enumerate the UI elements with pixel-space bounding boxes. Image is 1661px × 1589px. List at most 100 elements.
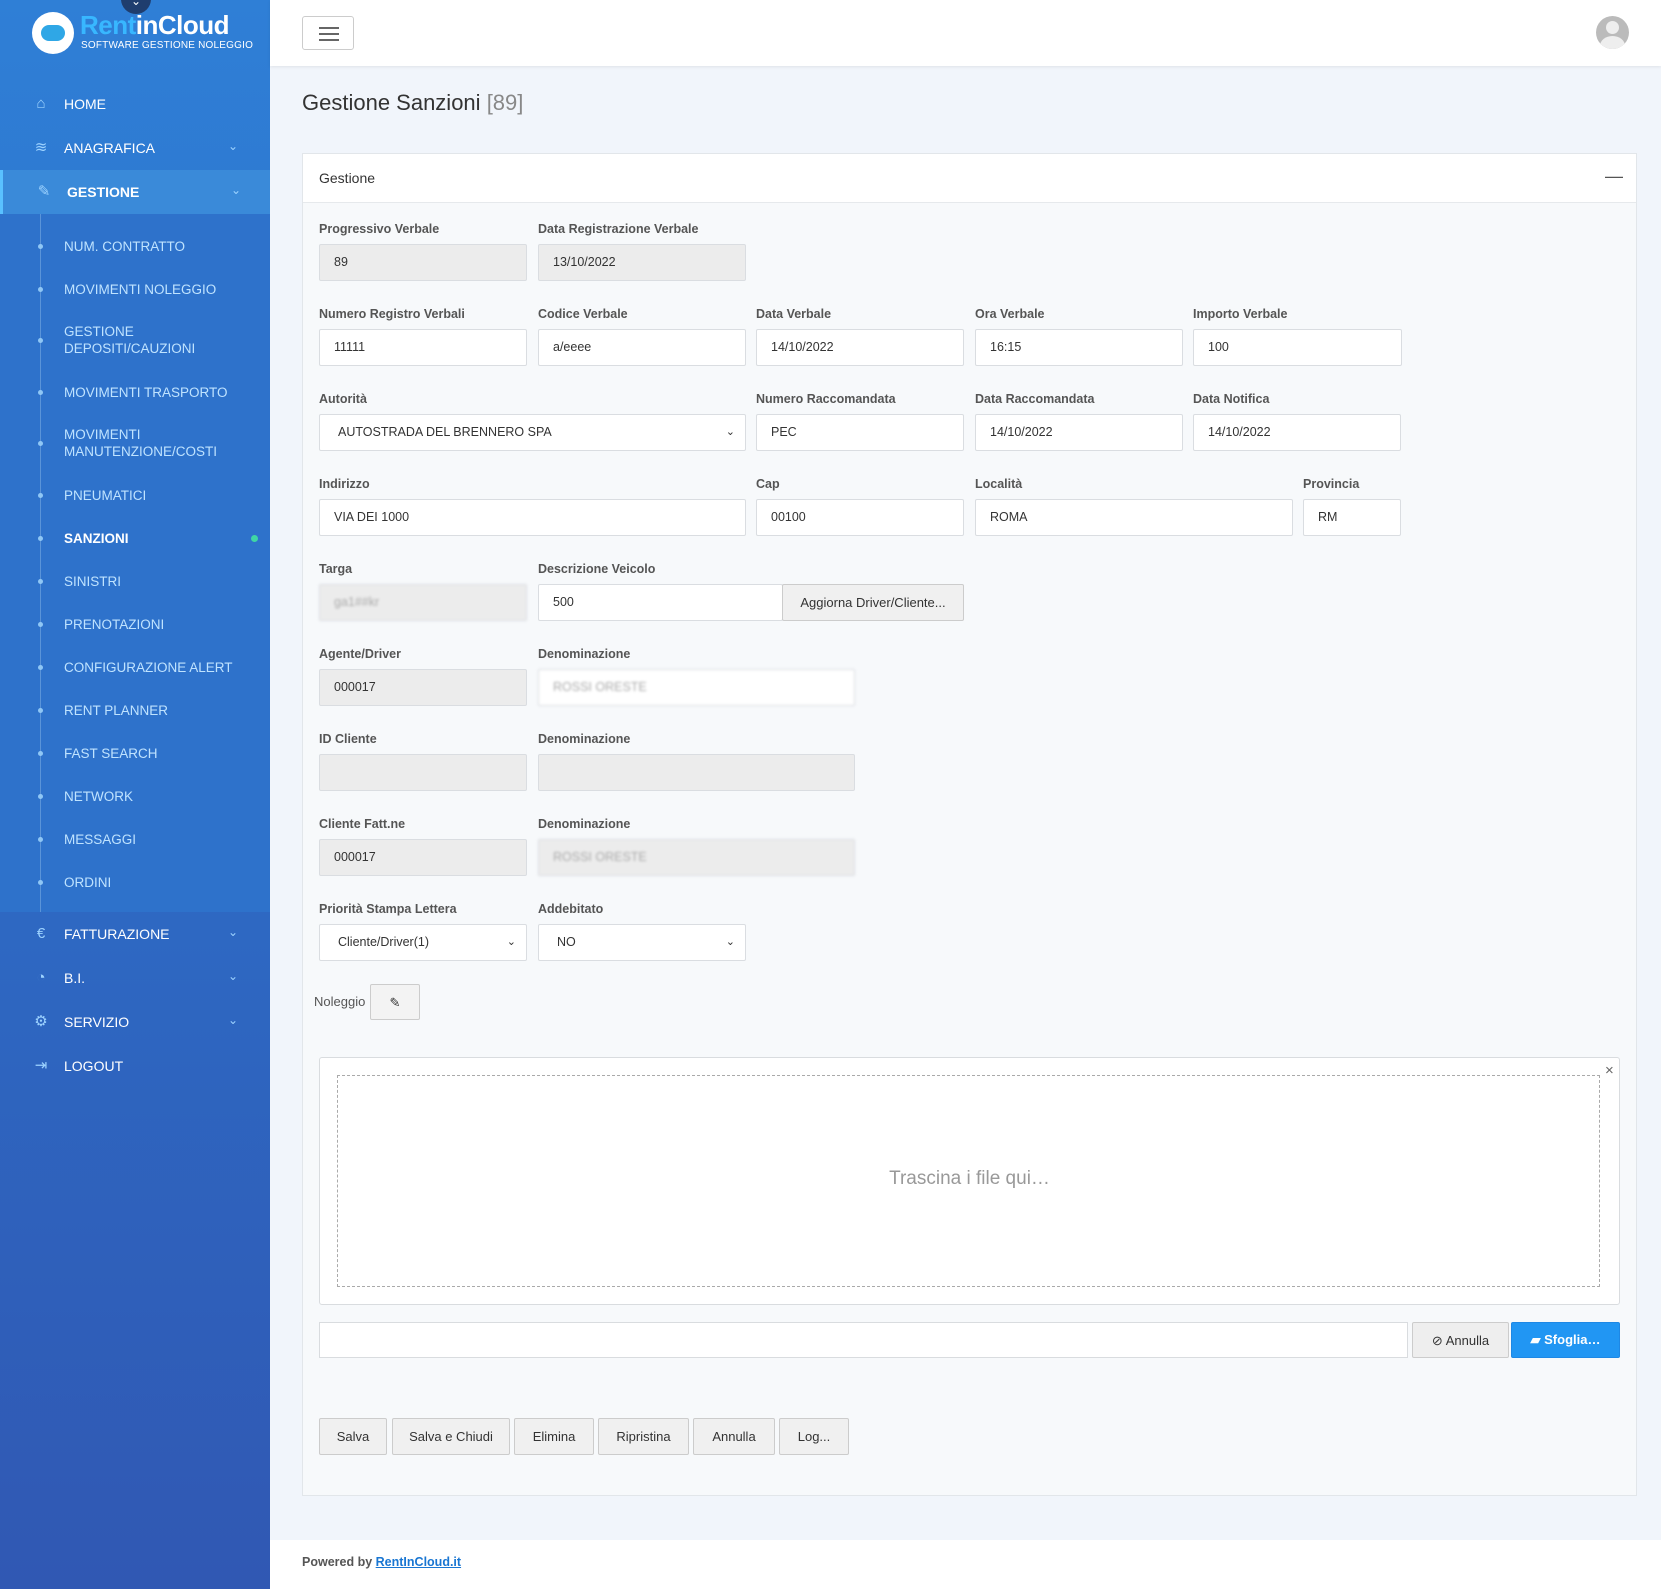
submenu-label: MOVIMENTI TRASPORTO [64,385,228,400]
submenu-label: PRENOTAZIONI [64,617,165,632]
targa-field: ga1##kr [319,584,527,621]
importo-verbale-field[interactable]: 100 [1193,329,1402,366]
hamburger-icon [319,33,339,35]
data-notifica-field[interactable]: 14/10/2022 [1193,414,1401,451]
denominazione-fatt-field: ROSSI ORESTE [538,839,855,876]
nav-bi[interactable]: ◔ B.I. ⌄ [0,956,270,1000]
chevron-down-icon: ⌄ [725,426,735,438]
chevron-down-icon: ⌄ [228,969,239,983]
close-icon[interactable]: × [1605,1062,1614,1079]
bullet-icon [38,751,43,756]
collapse-icon[interactable]: — [1605,166,1623,187]
priorita-stampa-select[interactable]: Cliente/Driver(1) ⌄ [319,924,527,961]
chevron-down-icon: ⌄ [228,139,239,153]
numero-raccomandata-field[interactable]: PEC [756,414,964,451]
bullet-icon [38,579,43,584]
aggiorna-driver-cliente-button[interactable]: Aggiorna Driver/Cliente... [782,584,964,621]
noleggio-label: Noleggio [314,994,366,1009]
nav-anagrafica[interactable]: ≋ ANAGRAFICA ⌄ [0,126,270,170]
annulla-button[interactable]: Annulla [693,1418,775,1455]
hamburger-icon [319,27,339,29]
descrizione-veicolo-field[interactable]: 500 [538,584,783,621]
submenu-label: PNEUMATICI [64,488,147,503]
submenu-label: FAST SEARCH [64,746,158,761]
submenu-label: MOVIMENTI NOLEGGIO [64,282,217,297]
localita-field[interactable]: ROMA [975,499,1293,536]
provincia-field[interactable]: RM [1303,499,1401,536]
upload-cancel-button[interactable]: ⊘ Annulla [1412,1322,1509,1358]
denominazione-cliente-label: Denominazione [538,732,631,746]
codice-verbale-field[interactable]: a/eeee [538,329,746,366]
bullet-icon [38,708,43,713]
data-raccomandata-field[interactable]: 14/10/2022 [975,414,1183,451]
bullet-icon [38,536,43,541]
codice-verbale-label: Codice Verbale [538,307,628,321]
priorita-stampa-value: Cliente/Driver(1) [338,935,429,949]
data-registrazione-label: Data Registrazione Verbale [538,222,699,236]
salva-chiudi-button[interactable]: Salva e Chiudi [392,1418,510,1455]
nav-servizio[interactable]: ⚙ SERVIZIO ⌄ [0,1000,270,1044]
chevron-down-icon: ⌄ [231,183,242,197]
bullet-icon [38,338,43,343]
agente-driver-field: 000017 [319,669,527,706]
submenu-label: MESSAGGI [64,832,137,847]
footer: Powered by RentInCloud.it [270,1540,1661,1589]
brand-tagline: SOFTWARE GESTIONE NOLEGGIO [81,40,254,51]
submenu-line [40,214,41,912]
ripristina-button[interactable]: Ripristina [598,1418,689,1455]
user-avatar[interactable] [1596,16,1629,49]
panel-title: Gestione [319,170,376,186]
targa-label: Targa [319,562,353,576]
salva-button[interactable]: Salva [319,1418,387,1455]
noleggio-edit-button[interactable]: ✎ [370,984,420,1020]
denominazione-driver-label: Denominazione [538,647,631,661]
hamburger-icon [319,39,339,41]
panel-header: Gestione — [303,154,1636,203]
descrizione-veicolo-label: Descrizione Veicolo [538,562,656,576]
indirizzo-field[interactable]: VIA DEI 1000 [319,499,746,536]
data-verbale-label: Data Verbale [756,307,832,321]
autorita-select[interactable]: AUTOSTRADA DEL BRENNERO SPA ⌄ [319,414,746,451]
priorita-stampa-label: Priorità Stampa Lettera [319,902,457,916]
autorita-label: Autorità [319,392,367,406]
numero-raccomandata-label: Numero Raccomandata [756,392,896,406]
nav-home[interactable]: ⌂ HOME [0,82,270,126]
log-button[interactable]: Log... [779,1418,849,1455]
denominazione-driver-field[interactable]: ROSSI ORESTE [538,669,855,706]
provincia-label: Provincia [1303,477,1360,491]
menu-toggle-button[interactable] [302,16,354,50]
pencil-icon: ✎ [389,995,401,1010]
brand-name: RentinCloud [80,10,230,40]
numero-registro-field[interactable]: 11111 [319,329,527,366]
bullet-icon [38,622,43,627]
elimina-button[interactable]: Elimina [514,1418,594,1455]
id-cliente-label: ID Cliente [319,732,377,746]
footer-link[interactable]: RentInCloud.it [376,1555,461,1569]
addebitato-select[interactable]: NO ⌄ [538,924,746,961]
submenu-label: ORDINI [64,875,112,890]
data-notifica-label: Data Notifica [1193,392,1270,406]
submenu-label: NETWORK [64,789,133,804]
nav-fatturazione[interactable]: € FATTURAZIONE ⌄ [0,912,270,956]
nav-anagrafica-label: ANAGRAFICA [64,140,156,156]
nav-servizio-label: SERVIZIO [64,1014,130,1030]
ora-verbale-field[interactable]: 16:15 [975,329,1183,366]
submenu-label: SANZIONI [64,531,129,546]
nav-gestione[interactable]: ✎ GESTIONE ⌄ [0,170,270,214]
denominazione-cliente-field [538,754,855,791]
nav-home-label: HOME [64,96,106,112]
brand-logo[interactable]: ⌄ RentinCloud SOFTWARE GESTIONE NOLEGGIO [0,0,270,66]
browse-button[interactable]: ▰ Sfoglia… [1511,1322,1620,1358]
cap-field[interactable]: 00100 [756,499,964,536]
file-path-input[interactable] [319,1322,1408,1358]
agente-driver-label: Agente/Driver [319,647,401,661]
cloud-icon [32,12,74,54]
submenu-label: CONFIGURAZIONE ALERT [64,660,233,675]
submenu-label: SINISTRI [64,574,122,589]
bullet-icon [38,837,43,842]
data-verbale-field[interactable]: 14/10/2022 [756,329,964,366]
edit-icon: ✎ [37,183,51,200]
nav-logout[interactable]: ⇥ LOGOUT [0,1044,270,1088]
bullet-icon [38,441,43,446]
file-dropzone[interactable]: × Trascina i file qui… [319,1057,1620,1305]
